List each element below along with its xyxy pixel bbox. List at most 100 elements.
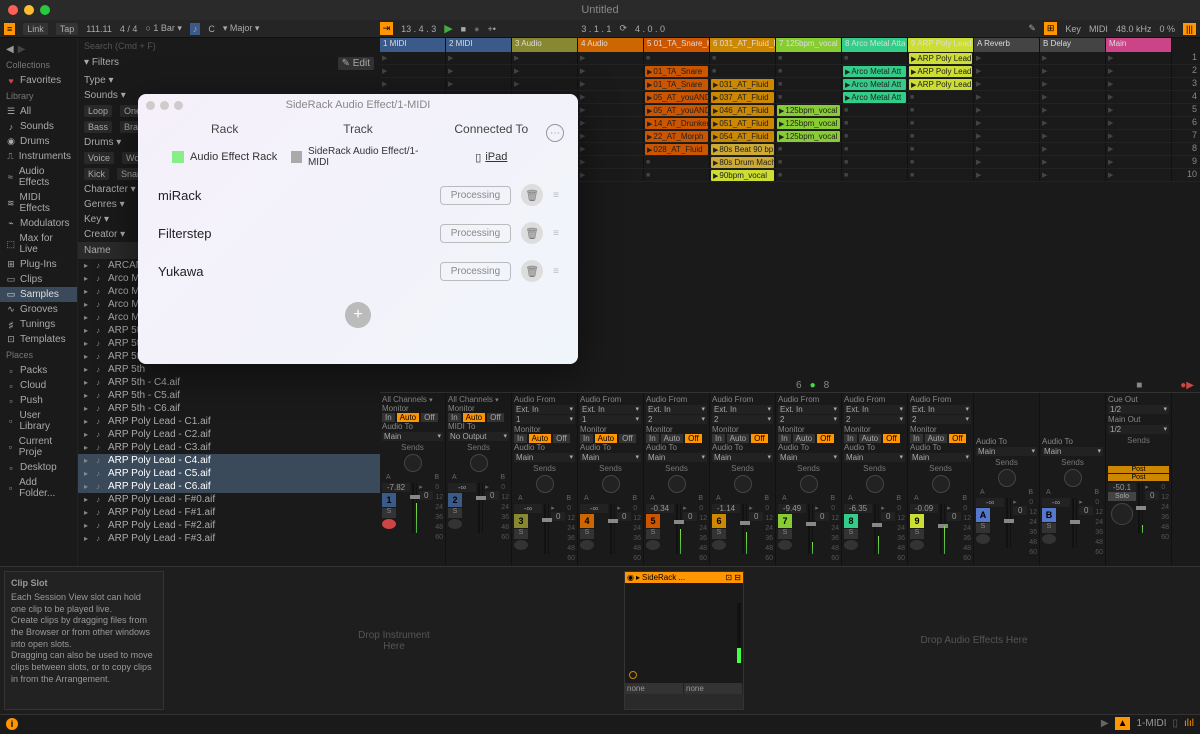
volume-fader[interactable] [940, 504, 942, 554]
clip-slot[interactable]: ▶05_AT_youAND [644, 104, 710, 116]
drag-handle-icon[interactable]: ≡ [553, 190, 558, 201]
clip-slot[interactable]: ▶ [1040, 130, 1106, 142]
volume-value[interactable]: -0.34 [646, 504, 674, 513]
send-knob[interactable] [602, 475, 620, 493]
nav-back[interactable]: ◀ [6, 44, 14, 55]
zoom-window[interactable] [40, 5, 50, 15]
volume-value[interactable]: -0.09 [910, 504, 938, 513]
volume-fader[interactable] [808, 504, 810, 554]
clip-slot[interactable]: ▶ [512, 78, 578, 90]
nav-drums[interactable]: ◉Drums [0, 134, 77, 149]
volume-value[interactable]: -6.35 [844, 504, 872, 513]
clip-slot[interactable]: ▶ [974, 104, 1040, 116]
clip-slot[interactable]: ▶ [1106, 104, 1172, 116]
track-activator[interactable]: 9 [910, 514, 924, 528]
clip-slot[interactable]: ▶ [578, 117, 644, 129]
pan-value[interactable]: 0 [947, 512, 961, 521]
clip-slot[interactable]: ■ [644, 156, 710, 168]
arm-button[interactable] [778, 540, 792, 550]
track-header[interactable]: 4 Audio [578, 38, 644, 52]
volume-fader[interactable] [610, 504, 612, 554]
nav-midi-effects[interactable]: ≋MIDI Effects [0, 190, 77, 216]
clip-slot[interactable]: ■ [842, 104, 908, 116]
clip-slot[interactable]: ▶14_AT_Drunken [644, 117, 710, 129]
clip-slot[interactable]: ▶ [1040, 143, 1106, 155]
volume-value[interactable]: -1.14 [712, 504, 740, 513]
clip-slot[interactable]: ▶ [1106, 156, 1172, 168]
send-knob[interactable] [734, 475, 752, 493]
clip-slot[interactable]: ▶ [1106, 91, 1172, 103]
scale-button[interactable]: ♪ [190, 23, 201, 35]
midi-track-indicator[interactable]: ▲ [1115, 717, 1131, 730]
file-item[interactable]: ▸♪ARP Poly Lead - C4.aif [78, 454, 380, 467]
clip-slot[interactable]: ▶ [578, 156, 644, 168]
stop-button[interactable]: ■ [461, 24, 466, 34]
pan-value[interactable]: 0 [881, 512, 895, 521]
nav-instruments[interactable]: ⎍Instruments [0, 149, 77, 164]
arm-button[interactable] [1042, 534, 1056, 544]
clip-slot[interactable]: ▶ [1106, 52, 1172, 64]
arm-button[interactable] [448, 519, 462, 529]
clip-slot[interactable]: ▶ [578, 104, 644, 116]
track-activator[interactable]: A [976, 508, 990, 522]
file-item[interactable]: ▸♪ARP 5th - C6.aif [78, 402, 380, 415]
volume-fader[interactable] [1006, 498, 1008, 548]
volume-fader[interactable] [1138, 483, 1140, 533]
file-item[interactable]: ▸♪ARP Poly Lead - F#2.aif [78, 519, 380, 532]
link-button[interactable]: Link [23, 23, 48, 35]
nav-max-for-live[interactable]: ⬚Max for Live [0, 231, 77, 257]
track-header[interactable]: 1 MIDI [380, 38, 446, 52]
menu-icon[interactable]: ≡ [4, 23, 15, 35]
arm-button[interactable] [646, 540, 660, 550]
clip-slot[interactable]: ■ [776, 52, 842, 64]
pan-value[interactable]: 0 [551, 512, 565, 521]
clip-slot[interactable]: ▶ [1106, 117, 1172, 129]
close-window[interactable] [8, 5, 18, 15]
file-item[interactable]: ▸♪ARP Poly Lead - F#0.aif [78, 493, 380, 506]
clip-slot[interactable]: ▶ [974, 91, 1040, 103]
delete-plugin-icon[interactable]: 🗑 [521, 184, 543, 206]
send-knob[interactable] [800, 475, 818, 493]
clip-slot[interactable]: ■ [842, 169, 908, 181]
clip-slot[interactable]: ▶ [1106, 78, 1172, 90]
pan-value[interactable]: 0 [749, 512, 763, 521]
nav-templates[interactable]: ⊡Templates [0, 332, 77, 347]
clip-slot[interactable]: ▶ [446, 78, 512, 90]
volume-fader[interactable] [544, 504, 546, 554]
file-item[interactable]: ▸♪ARP Poly Lead - C3.aif [78, 441, 380, 454]
pan-value[interactable]: 0 [1145, 491, 1159, 500]
file-item[interactable]: ▸♪ARP Poly Lead - F#3.aif [78, 532, 380, 545]
clip-slot[interactable]: ▶ [380, 78, 446, 90]
clip-slot[interactable]: ▶ [974, 169, 1040, 181]
drop-audio-fx[interactable]: Drop Audio Effects Here [748, 567, 1200, 714]
place-push[interactable]: ▫Push [0, 393, 77, 408]
clip-slot[interactable]: ▶ [446, 65, 512, 77]
clip-slot[interactable]: ■ [842, 156, 908, 168]
nav-modulators[interactable]: ⌁Modulators [0, 216, 77, 231]
track-activator[interactable]: 8 [844, 514, 858, 528]
drag-handle-icon[interactable]: ≡ [553, 228, 558, 239]
solo-button[interactable]: S [910, 529, 924, 539]
nav-fwd[interactable]: ▶ [18, 44, 26, 55]
clip-slot[interactable]: ▶ [974, 143, 1040, 155]
volume-fader[interactable] [676, 504, 678, 554]
track-header[interactable]: 6 031_AT_Fluid_R [710, 38, 776, 52]
clip-slot[interactable]: ▶22_AT_Morph [644, 130, 710, 142]
pan-value[interactable]: 0 [485, 491, 499, 500]
processing-button[interactable]: Processing [440, 224, 511, 243]
clip-slot[interactable]: ▶046_AT_Fluid [710, 104, 776, 116]
stop-all-icon[interactable]: ■ [1136, 380, 1142, 391]
file-item[interactable]: ▸♪ARP Poly Lead - C2.aif [78, 428, 380, 441]
track-header[interactable]: Main [1106, 38, 1172, 52]
popup-zoom[interactable] [174, 101, 183, 110]
arm-button[interactable] [844, 540, 858, 550]
volume-value[interactable]: -∞ [448, 483, 476, 492]
clip-slot[interactable]: ▶125bpm_vocal [776, 117, 842, 129]
arm-button[interactable] [976, 534, 990, 544]
clip-slot[interactable]: ▶90bpm_vocal [710, 169, 776, 181]
track-activator[interactable]: 3 [514, 514, 528, 528]
processing-button[interactable]: Processing [440, 262, 511, 281]
volume-fader[interactable] [478, 483, 480, 533]
file-item[interactable]: ▸♪ARP Poly Lead - C6.aif [78, 480, 380, 493]
nav-tunings[interactable]: ♯Tunings [0, 317, 77, 332]
